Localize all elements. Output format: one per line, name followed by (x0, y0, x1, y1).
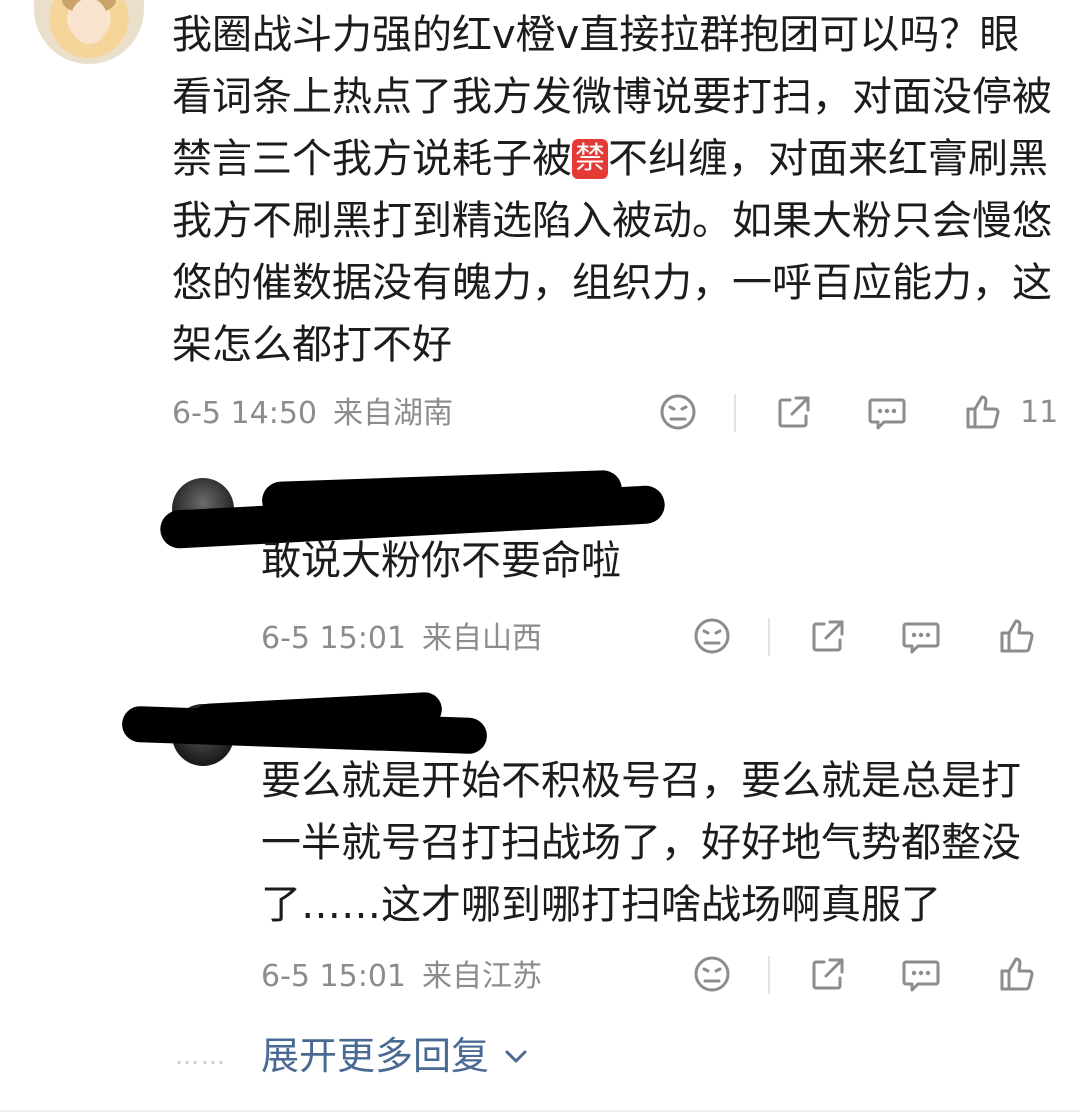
comment-icon[interactable] (900, 954, 942, 994)
action-divider (768, 956, 770, 994)
reply-location: 来自江苏 (422, 959, 542, 994)
avatar[interactable] (34, 0, 144, 64)
reply-location: 来自山西 (422, 621, 542, 656)
expand-replies-label: 展开更多回复 (261, 1034, 490, 1078)
reply-timestamp: 6-5 15:01 (261, 621, 406, 656)
comment-timestamp: 6-5 14:50 (172, 396, 317, 431)
share-icon[interactable] (774, 392, 814, 432)
sad-face-icon[interactable] (692, 616, 732, 656)
ban-emoji-icon: 禁 (572, 139, 608, 179)
reply-actions (686, 616, 1046, 660)
divider (0, 1110, 1080, 1112)
thumbs-up-icon[interactable] (996, 616, 1036, 656)
reply-meta: 6-5 15:01 来自山西 (261, 619, 542, 659)
thumbs-up-icon[interactable] (962, 392, 1002, 432)
reply-actions (686, 954, 1046, 998)
expand-dots: …… (175, 1042, 227, 1070)
main-comment-meta: 6-5 14:50 来自湖南 (172, 394, 453, 434)
reply-text: 敢说大粉你不要命啦 (261, 538, 621, 584)
comment-icon[interactable] (866, 392, 908, 432)
chevron-down-icon (505, 1050, 527, 1063)
avatar-face (70, 0, 108, 44)
thumbs-up-icon[interactable] (996, 954, 1036, 994)
sad-face-icon[interactable] (692, 954, 732, 994)
action-divider (734, 394, 736, 432)
sad-face-icon[interactable] (658, 392, 698, 432)
main-comment-actions: 11 (650, 392, 1060, 436)
like-count: 11 (1020, 395, 1059, 430)
share-icon[interactable] (808, 616, 848, 656)
reply-text: 要么就是开始不积极号召，要么就是总是打一半就号召打扫战场了，好好地气势都整没了…… (261, 758, 1021, 928)
action-divider (768, 618, 770, 656)
main-comment-text: 我圈战斗力强的红v橙v直接拉群抱团可以吗？眼看词条上热点了我方发微博说要打扫，对… (172, 4, 1052, 376)
share-icon[interactable] (808, 954, 848, 994)
reply-meta: 6-5 15:01 来自江苏 (261, 957, 542, 997)
comment-location: 来自湖南 (333, 396, 453, 431)
reply-timestamp: 6-5 15:01 (261, 959, 406, 994)
comment-icon[interactable] (900, 616, 942, 656)
